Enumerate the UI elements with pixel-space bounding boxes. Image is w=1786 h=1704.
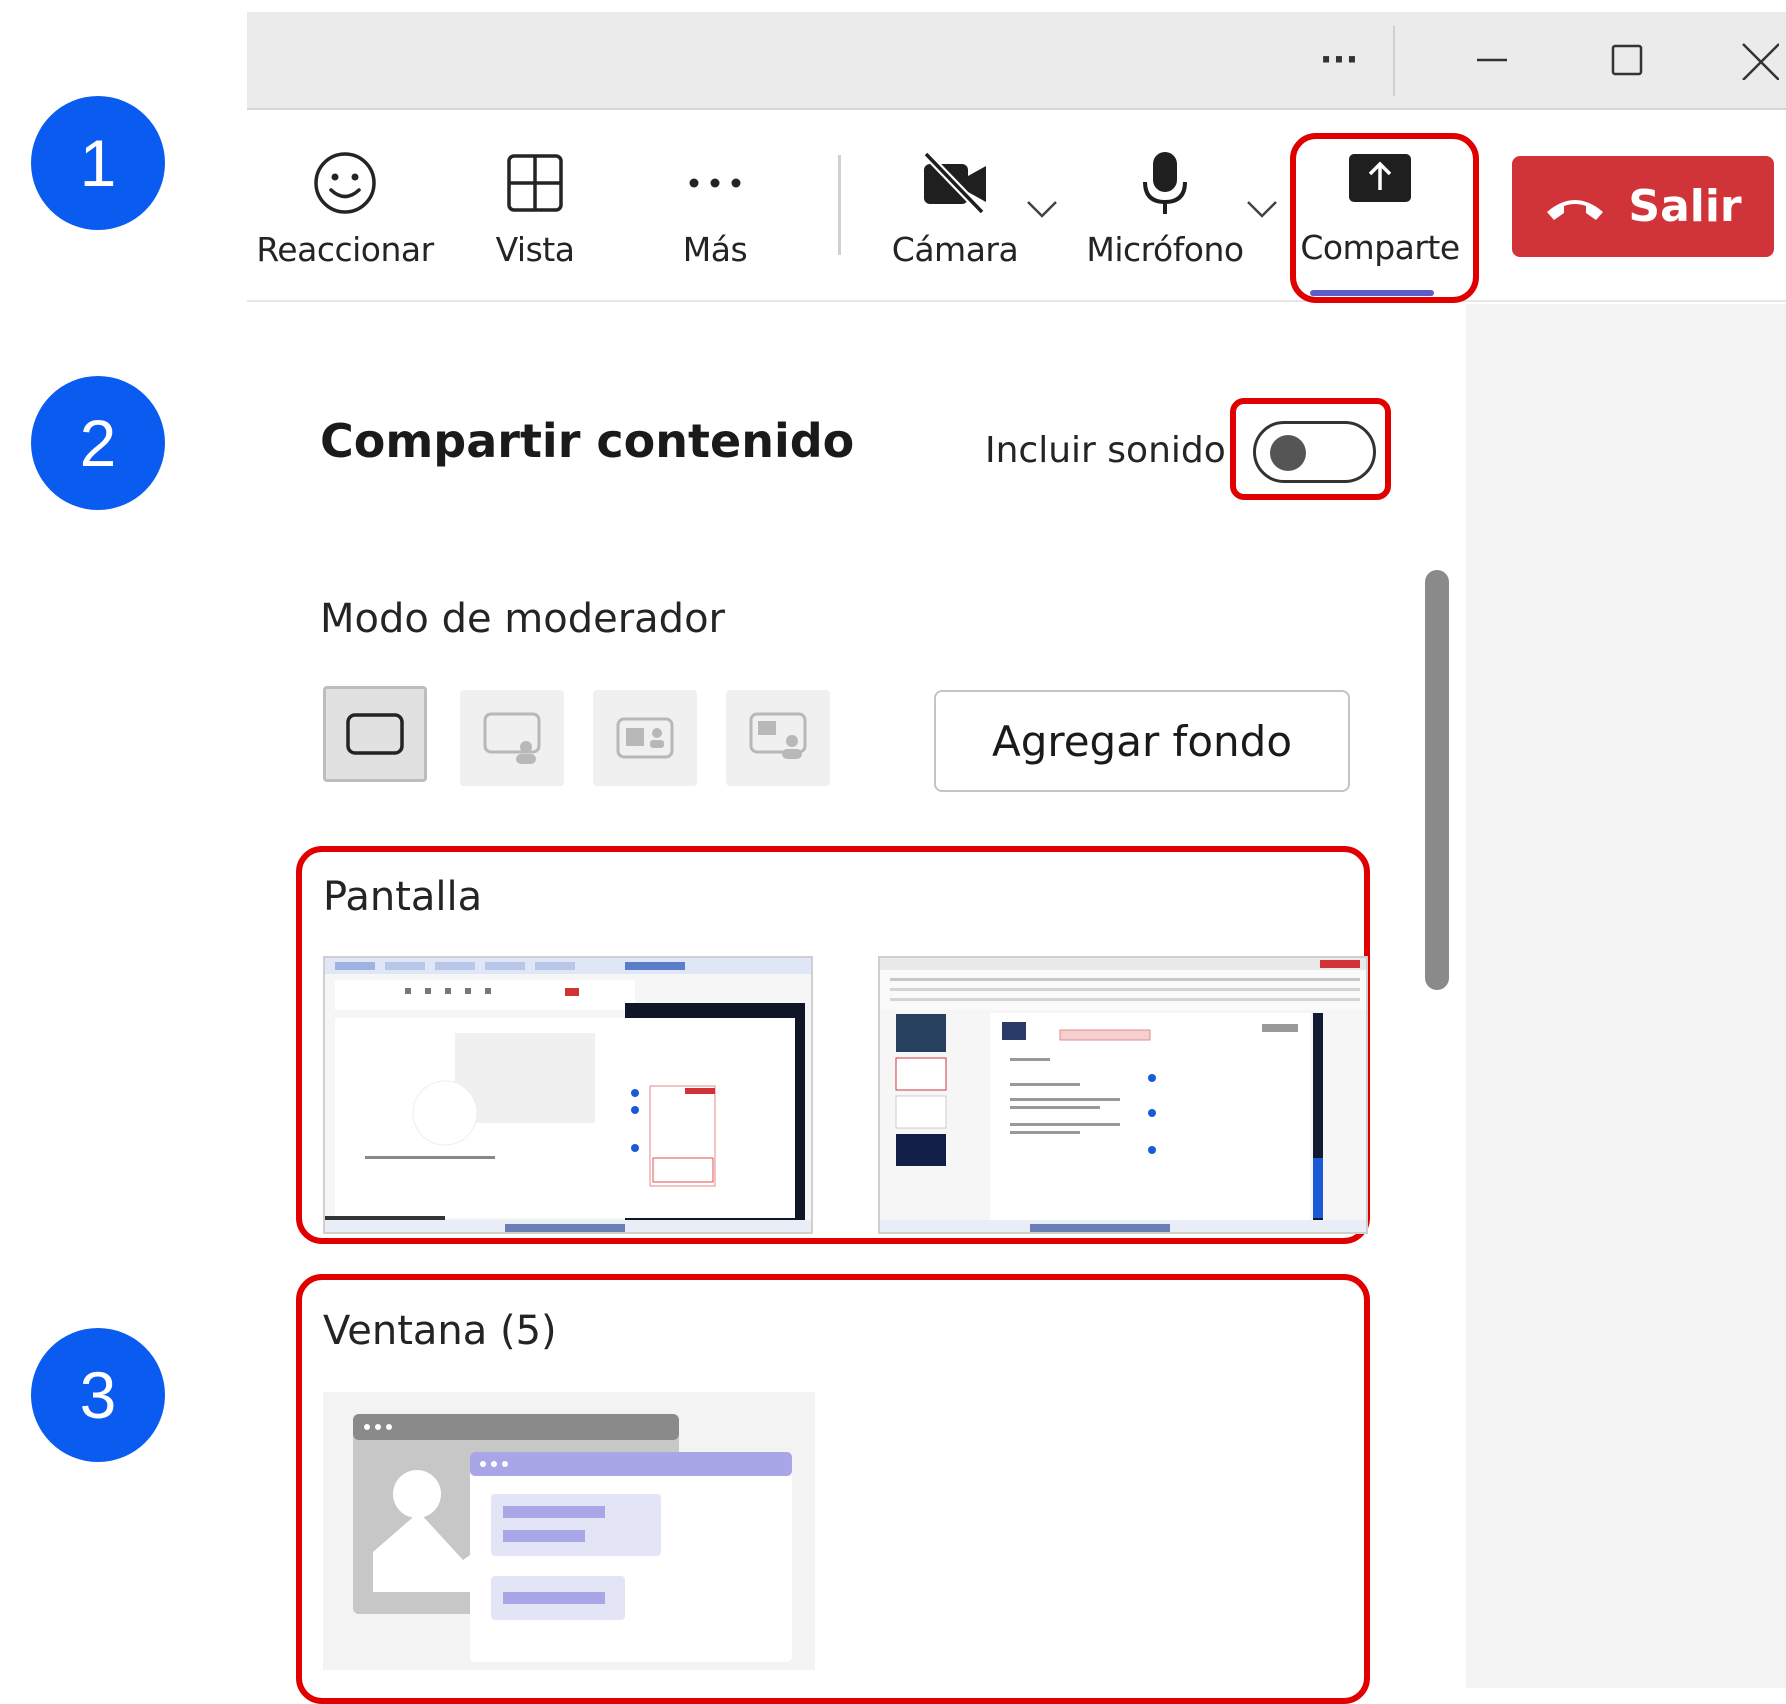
presenter-mode-content-only[interactable] — [323, 686, 427, 782]
toggle-highlight — [1230, 398, 1391, 500]
react-label: Reaccionar — [256, 230, 434, 269]
standout-icon — [483, 712, 541, 764]
camera-button[interactable]: Cámara — [875, 150, 1035, 269]
microphone-icon — [1143, 152, 1187, 214]
share-content-title: Compartir contenido — [320, 414, 855, 468]
chevron-down-icon — [1247, 201, 1277, 218]
step-badge-3: 3 — [31, 1328, 165, 1462]
grid-view-icon — [507, 154, 563, 212]
reporter-icon — [749, 712, 807, 759]
react-button[interactable]: Reaccionar — [256, 150, 434, 269]
chevron-down-icon — [1027, 201, 1057, 218]
step-badge-1: 1 — [31, 96, 165, 230]
maximize-button[interactable] — [1592, 32, 1662, 88]
maximize-icon — [1611, 44, 1643, 76]
ellipsis-icon — [689, 178, 741, 188]
camera-options-button[interactable] — [1025, 198, 1059, 224]
toolbar-divider — [838, 155, 841, 255]
more-label: Más — [682, 230, 748, 269]
minimize-icon — [1477, 58, 1507, 62]
divider — [1393, 26, 1395, 96]
leave-button[interactable]: Salir — [1512, 156, 1774, 257]
window-label: Ventana (5) — [323, 1308, 557, 1354]
close-button[interactable] — [1732, 32, 1786, 88]
window-thumbnail[interactable] — [323, 1392, 815, 1670]
presenter-mode-side-by-side[interactable] — [593, 690, 697, 786]
camera-label: Cámara — [891, 230, 1019, 269]
side-panel-background — [1466, 304, 1786, 1688]
content-only-icon — [346, 713, 404, 755]
share-highlight — [1290, 133, 1479, 303]
side-by-side-icon — [616, 717, 674, 759]
title-bar: ··· — [247, 12, 1786, 110]
window-illustration — [353, 1414, 792, 1662]
microphone-button[interactable]: Micrófono — [1085, 150, 1245, 269]
view-label: Vista — [495, 230, 575, 269]
more-button[interactable]: Más — [655, 150, 775, 269]
presenter-mode-reporter[interactable] — [726, 690, 830, 786]
camera-off-icon — [923, 151, 986, 215]
microphone-label: Micrófono — [1086, 230, 1244, 269]
add-background-button[interactable]: Agregar fondo — [934, 690, 1350, 792]
screen-label: Pantalla — [323, 874, 483, 920]
close-icon — [1742, 43, 1779, 80]
screen-thumbnail-1[interactable] — [323, 956, 813, 1234]
view-button[interactable]: Vista — [475, 150, 595, 269]
presenter-mode-standout[interactable] — [460, 690, 564, 786]
more-options-button[interactable]: ··· — [1309, 32, 1369, 88]
smiley-icon — [314, 152, 376, 214]
leave-label: Salir — [1628, 181, 1742, 232]
step-badge-2: 2 — [31, 376, 165, 510]
hang-up-icon — [1547, 199, 1604, 220]
presenter-mode-label: Modo de moderador — [320, 596, 725, 642]
screen-thumbnail-2[interactable] — [878, 956, 1368, 1234]
panel-scrollbar[interactable] — [1425, 570, 1449, 990]
screen-preview-2 — [880, 958, 1366, 1232]
minimize-button[interactable] — [1457, 32, 1527, 88]
microphone-options-button[interactable] — [1245, 198, 1279, 224]
include-sound-label: Incluir sonido — [985, 430, 1226, 471]
screen-preview-1 — [325, 958, 811, 1232]
